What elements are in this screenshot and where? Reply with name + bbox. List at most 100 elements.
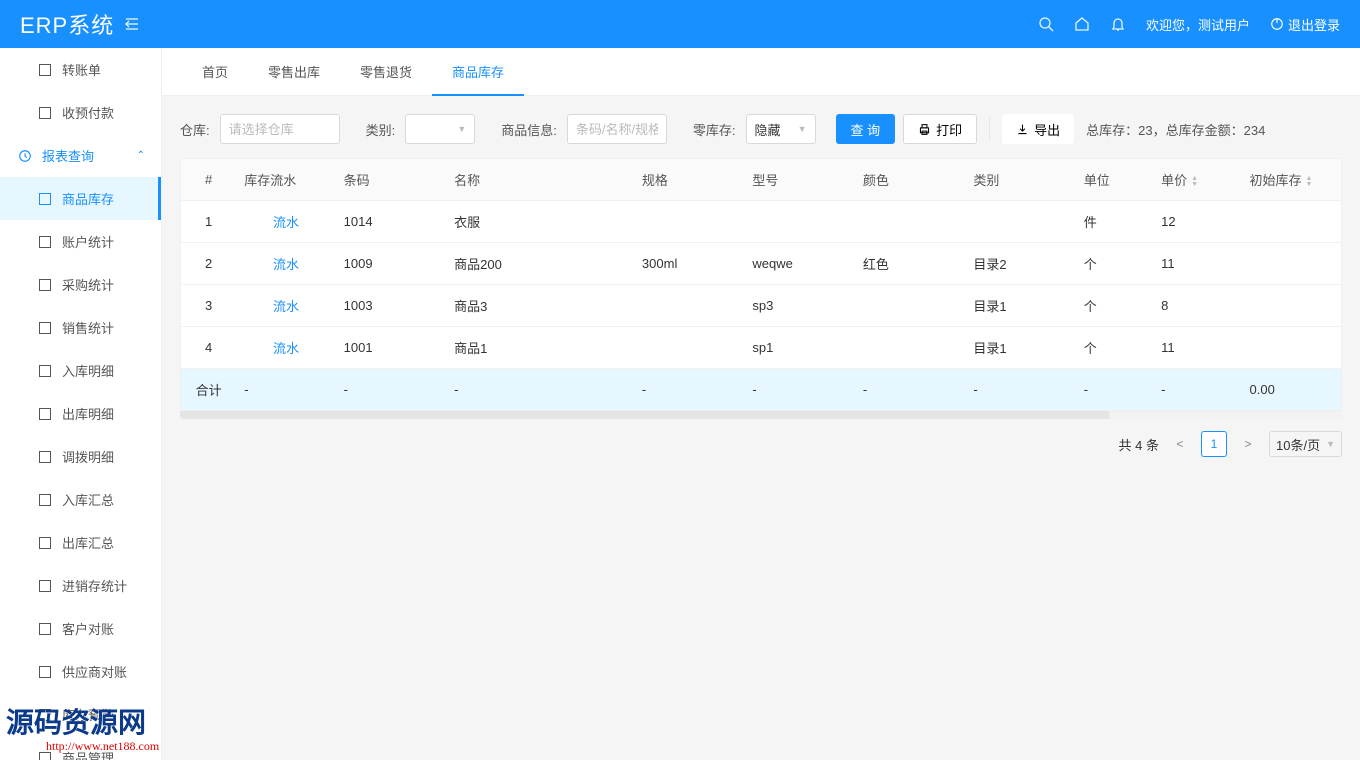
zero-stock-select[interactable]: 隐藏▼ (746, 114, 816, 144)
col-header: 规格 (634, 159, 744, 201)
col-header: 颜色 (855, 159, 965, 201)
sidebar-item[interactable]: 进销存统计 (0, 564, 161, 607)
col-header: 单位 (1076, 159, 1153, 201)
tab[interactable]: 首页 (182, 48, 248, 95)
doc-icon (38, 63, 52, 77)
table-row: 4流水1001商品1sp1目录1个11 (181, 327, 1341, 369)
logout-icon (1270, 17, 1284, 31)
sidebar-item[interactable]: 调拨明细 (0, 435, 161, 478)
product-input[interactable] (567, 114, 667, 144)
zero-stock-label: 零库存: (693, 120, 736, 139)
app-logo: ERP系统 (20, 8, 114, 40)
doc-icon (38, 235, 52, 249)
sidebar-item[interactable]: 销售统计 (0, 306, 161, 349)
doc-icon (38, 622, 52, 636)
doc-icon (38, 106, 52, 120)
chevron-down-icon: ▼ (1326, 439, 1335, 449)
sidebar-item[interactable]: 供应商对账 (0, 650, 161, 693)
doc-icon (38, 450, 52, 464)
doc-icon (38, 192, 52, 206)
printer-icon (918, 123, 931, 136)
download-icon (1016, 123, 1029, 136)
col-header: 库存流水 (236, 159, 335, 201)
tabs: 首页零售出库零售退货商品库存 (162, 48, 1360, 96)
export-button[interactable]: 导出 (1002, 114, 1074, 144)
doc-icon (38, 579, 52, 593)
doc-icon (38, 536, 52, 550)
pagination: 共 4 条 < 1 > 10条/页 ▼ (180, 431, 1342, 457)
doc-icon (38, 493, 52, 507)
category-select[interactable]: ▼ (405, 114, 475, 144)
menu-toggle-icon[interactable] (124, 16, 140, 32)
tab[interactable]: 零售出库 (248, 48, 340, 95)
total-summary: 总库存：23，总库存金额：234 (1086, 120, 1265, 139)
horizontal-scrollbar[interactable] (180, 411, 1342, 419)
product-label: 商品信息: (501, 120, 557, 139)
home-icon[interactable] (1074, 16, 1090, 32)
col-header[interactable]: 单价▲▼ (1153, 159, 1241, 201)
table-row: 3流水1003商品3sp3目录1个8 (181, 285, 1341, 327)
sidebar-item[interactable]: 入库明细 (0, 349, 161, 392)
sidebar-item[interactable]: 出库明细 (0, 392, 161, 435)
sidebar-item[interactable]: 入库汇总 (0, 478, 161, 521)
col-header[interactable]: 初始库存▲▼ (1242, 159, 1342, 201)
sidebar: 转账单收预付款报表查询⌃商品库存账户统计采购统计销售统计入库明细出库明细调拨明细… (0, 48, 162, 760)
filter-toolbar: 仓库: 类别: ▼ 商品信息: 零库存: 隐藏▼ 查 询 打印 (180, 114, 1342, 144)
logout-button[interactable]: 退出登录 (1270, 15, 1340, 34)
sort-icon: ▲▼ (1191, 176, 1198, 188)
welcome-text: 欢迎您，测试用户 (1146, 15, 1250, 34)
toolbar-divider (989, 117, 990, 141)
col-header: 型号 (744, 159, 854, 201)
doc-icon (38, 364, 52, 378)
col-header: # (181, 159, 236, 201)
chevron-up-icon: ⌃ (137, 150, 145, 161)
table-row: 2流水1009商品200300mlweqwe红色目录2个11 (181, 243, 1341, 285)
sidebar-item[interactable]: 转账单 (0, 48, 161, 91)
chevron-down-icon: ▼ (798, 124, 807, 134)
sidebar-item[interactable]: 商品管理 (0, 736, 161, 760)
clock-icon (18, 149, 32, 163)
summary-row: 合计---------0.00 (181, 369, 1341, 411)
sidebar-item[interactable]: 库存预警 (0, 693, 161, 736)
tab[interactable]: 零售退货 (340, 48, 432, 95)
sidebar-parent-reports[interactable]: 报表查询⌃ (0, 134, 161, 177)
category-label: 类别: (366, 120, 396, 139)
sort-icon: ▲▼ (1306, 176, 1313, 188)
prev-page-button[interactable]: < (1167, 431, 1193, 457)
flow-link[interactable]: 流水 (273, 215, 299, 230)
doc-icon (38, 665, 52, 679)
col-header: 类别 (965, 159, 1075, 201)
table-row: 1流水1014衣服件12 (181, 201, 1341, 243)
total-count: 共 4 条 (1119, 435, 1159, 454)
warehouse-label: 仓库: (180, 120, 210, 139)
chevron-down-icon: ▼ (457, 124, 466, 134)
sidebar-item[interactable]: 客户对账 (0, 607, 161, 650)
search-button[interactable]: 查 询 (836, 114, 896, 144)
tab[interactable]: 商品库存 (432, 48, 524, 95)
flow-link[interactable]: 流水 (273, 299, 299, 314)
inventory-table: #库存流水条码名称规格型号颜色类别单位单价▲▼初始库存▲▼ 1流水1014衣服件… (180, 158, 1342, 412)
col-header: 条码 (336, 159, 446, 201)
app-header: ERP系统 欢迎您，测试用户 退出登录 (0, 0, 1360, 48)
search-icon[interactable] (1038, 16, 1054, 32)
doc-icon (38, 321, 52, 335)
print-button[interactable]: 打印 (903, 114, 977, 144)
page-1-button[interactable]: 1 (1201, 431, 1227, 457)
main-area: 首页零售出库零售退货商品库存 仓库: 类别: ▼ 商品信息: 零库存: 隐藏▼ … (162, 48, 1360, 760)
next-page-button[interactable]: > (1235, 431, 1261, 457)
col-header: 名称 (446, 159, 634, 201)
doc-icon (38, 751, 52, 760)
sidebar-item[interactable]: 商品库存 (0, 177, 161, 220)
page-size-select[interactable]: 10条/页 ▼ (1269, 431, 1342, 457)
flow-link[interactable]: 流水 (273, 257, 299, 272)
sidebar-item[interactable]: 采购统计 (0, 263, 161, 306)
flow-link[interactable]: 流水 (273, 341, 299, 356)
warehouse-input[interactable] (220, 114, 340, 144)
bell-icon[interactable] (1110, 16, 1126, 32)
doc-icon (38, 708, 52, 722)
sidebar-item[interactable]: 账户统计 (0, 220, 161, 263)
sidebar-item[interactable]: 收预付款 (0, 91, 161, 134)
doc-icon (38, 278, 52, 292)
sidebar-item[interactable]: 出库汇总 (0, 521, 161, 564)
doc-icon (38, 407, 52, 421)
